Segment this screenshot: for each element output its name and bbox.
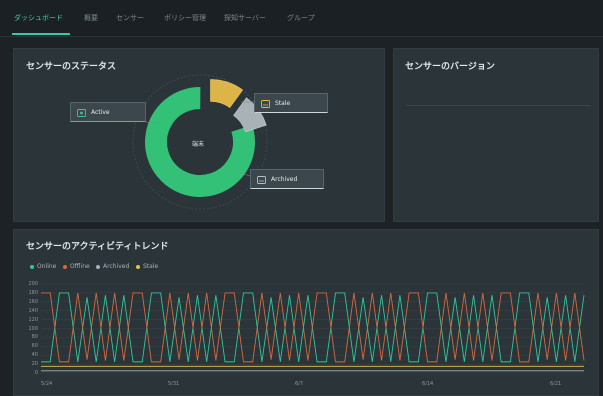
activity-line-chart: [41, 283, 585, 374]
